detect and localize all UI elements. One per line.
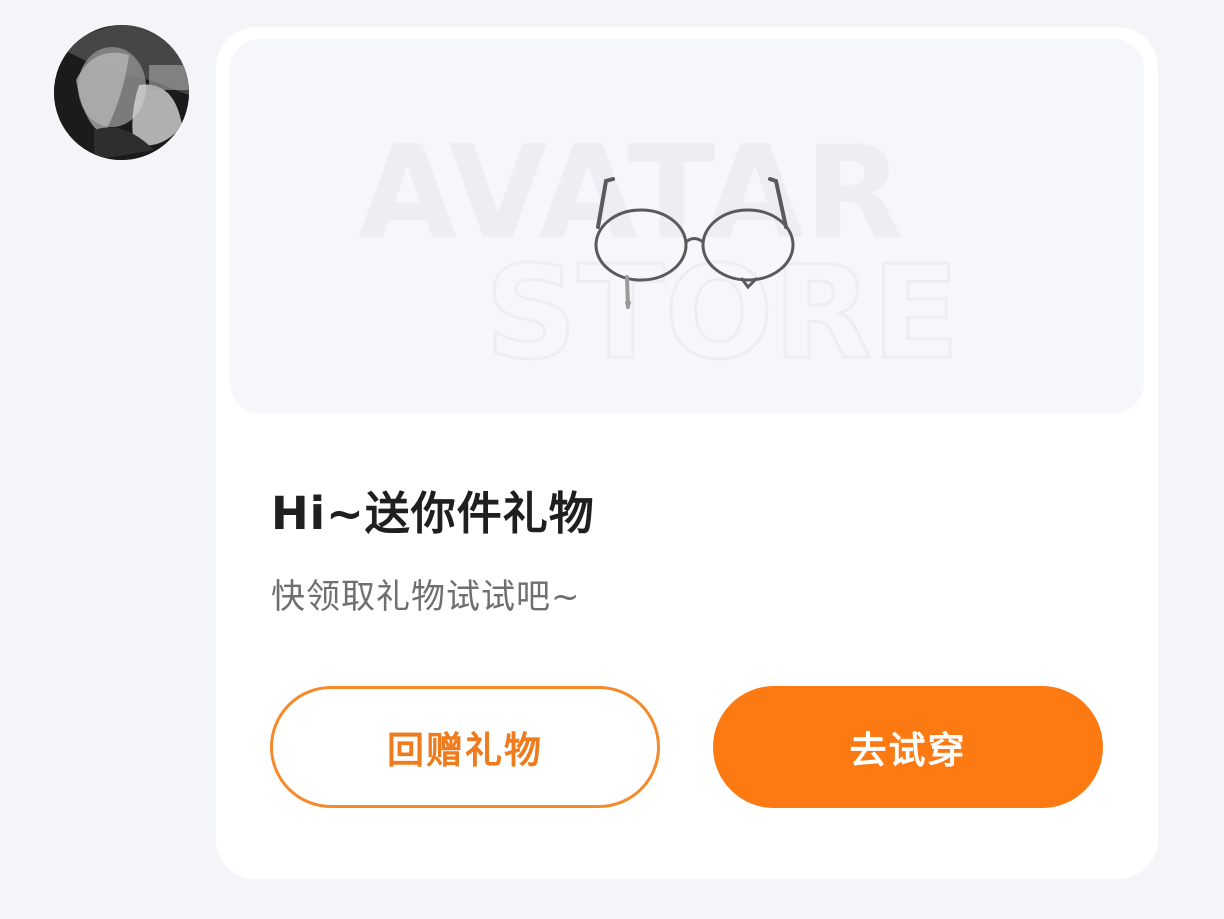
- gift-card: AVATAR STORE Hi~送你件礼物 快领取礼物试试吧~ 回赠礼物 去试穿: [216, 27, 1158, 879]
- try-on-label: 去试穿: [849, 729, 967, 772]
- gift-subtitle: 快领取礼物试试吧~: [271, 577, 581, 617]
- avatar-photo-icon: [54, 25, 189, 160]
- banner-artwork: AVATAR STORE: [358, 119, 961, 390]
- return-gift-button[interactable]: 回赠礼物: [270, 686, 660, 808]
- watermark-line2: STORE: [485, 239, 959, 388]
- return-gift-label: 回赠礼物: [387, 729, 543, 772]
- gift-title: Hi~送你件礼物: [271, 487, 595, 540]
- gift-banner: AVATAR STORE: [230, 39, 1144, 413]
- avatar[interactable]: [54, 25, 189, 160]
- try-on-button[interactable]: 去试穿: [713, 686, 1103, 808]
- chat-page: AVATAR STORE Hi~送你件礼物 快领取礼物试试吧~ 回赠礼物 去试穿: [0, 0, 1224, 919]
